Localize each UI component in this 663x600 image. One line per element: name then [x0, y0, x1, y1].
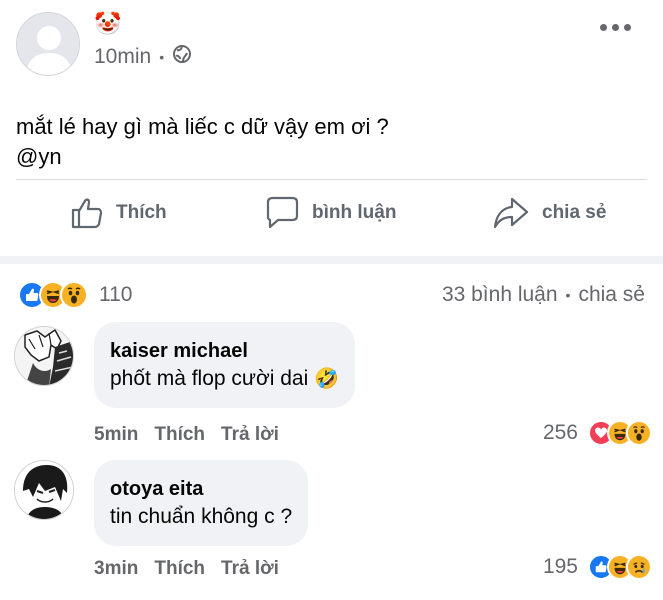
share-label: chia sẻ	[542, 202, 607, 223]
comment-time[interactable]: 5min	[94, 424, 138, 446]
share-arrow-icon	[492, 196, 530, 230]
comment-text: phốt mà flop cười dai 🤣	[110, 364, 339, 394]
comment-actions: 5min Thích Trả lời	[94, 424, 279, 446]
share-button[interactable]: chia sẻ	[492, 196, 606, 230]
author-avatar[interactable]	[16, 12, 80, 76]
commenter-avatar[interactable]	[14, 460, 74, 520]
post-mention[interactable]: @yn	[16, 142, 389, 172]
engagement-counts: 33 bình luận • chia sẻ	[442, 283, 645, 307]
comment-time[interactable]: 3min	[94, 558, 138, 580]
sad-reaction-icon	[626, 554, 652, 580]
comment-button[interactable]: bình luận	[264, 196, 396, 230]
comment-text-content: phốt mà flop cười dai	[110, 367, 309, 390]
comment-reaction-count: 256	[542, 421, 578, 444]
wow-reaction-icon	[60, 281, 88, 309]
comment-reactions[interactable]: 195	[542, 554, 652, 580]
post-text-line-1: mắt lé hay gì mà liếc c dữ vậy em ơi ?	[16, 114, 389, 139]
globe-icon	[172, 44, 192, 70]
comment-text-content: tin chuẩn không c ?	[110, 505, 293, 528]
comment-like-button[interactable]: Thích	[154, 424, 205, 446]
comment-label: bình luận	[312, 202, 397, 223]
more-options-icon[interactable]	[600, 24, 631, 31]
commenter-avatar[interactable]	[14, 326, 74, 386]
commenter-name[interactable]: otoya eita	[110, 476, 292, 502]
comment-count[interactable]: 33 bình luận	[442, 283, 558, 307]
thumbs-up-icon	[70, 196, 104, 230]
like-button[interactable]: Thích	[70, 196, 167, 230]
count-separator: •	[565, 287, 571, 303]
comment-reactions[interactable]: 256	[542, 420, 652, 446]
post-text: mắt lé hay gì mà liếc c dữ vậy em ơi ? @…	[16, 112, 389, 172]
rofl-emoji: 🤣	[314, 368, 340, 390]
section-separator	[0, 256, 663, 264]
comment-reply-button[interactable]: Trả lời	[221, 558, 279, 580]
comment-like-button[interactable]: Thích	[154, 558, 205, 580]
divider	[16, 179, 647, 180]
share-count[interactable]: chia sẻ	[578, 283, 645, 307]
meta-separator: •	[159, 49, 165, 65]
reaction-summary: 110 33 bình luận • chia sẻ	[18, 278, 645, 312]
post-meta: 10min •	[94, 44, 192, 70]
commenter-name[interactable]: kaiser michael	[110, 338, 339, 364]
comment-bubble: kaiser michael phốt mà flop cười dai 🤣	[94, 322, 356, 408]
comment-text: tin chuẩn không c ?	[110, 502, 292, 532]
author-name-emoji[interactable]: 🤡	[94, 12, 121, 36]
reaction-icons[interactable]	[18, 281, 88, 309]
reaction-count[interactable]: 110	[99, 283, 132, 307]
post-time[interactable]: 10min	[94, 45, 151, 69]
wow-reaction-icon	[626, 420, 652, 446]
like-label: Thích	[116, 202, 167, 223]
comment-reaction-count: 195	[542, 555, 578, 578]
comment-bubble: otoya eita tin chuẩn không c ?	[94, 460, 309, 546]
comment-icon	[264, 196, 300, 230]
comment-actions: 3min Thích Trả lời	[94, 558, 279, 580]
comment-reply-button[interactable]: Trả lời	[221, 424, 279, 446]
